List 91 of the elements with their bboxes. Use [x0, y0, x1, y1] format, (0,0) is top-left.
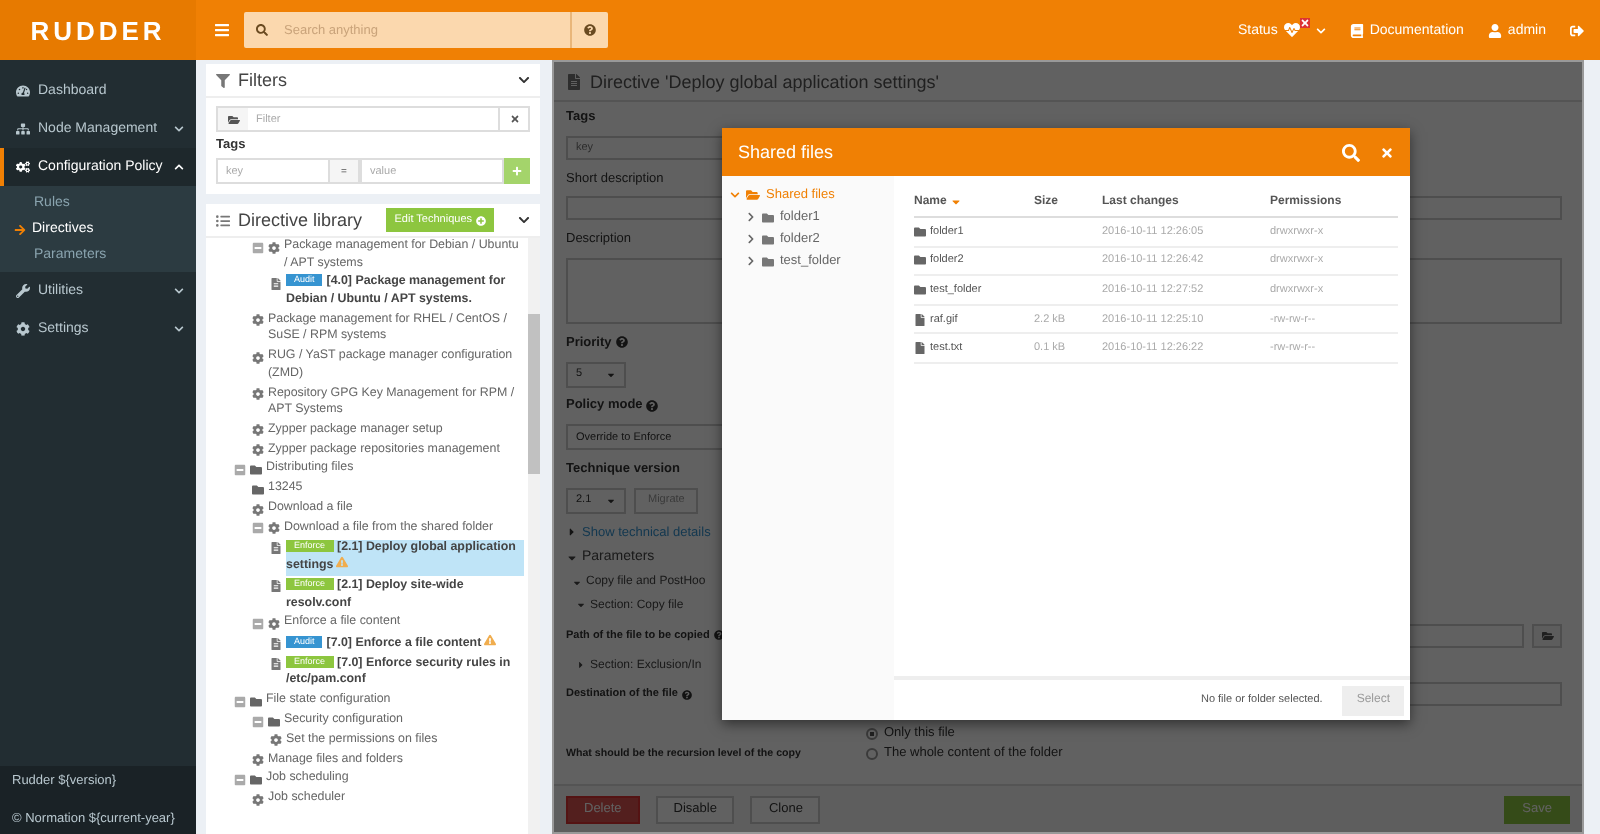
gear-icon: [252, 793, 264, 806]
gear-icon: [252, 444, 264, 457]
collapse-icon[interactable]: [252, 522, 264, 535]
folder-icon: [252, 483, 264, 496]
plus-icon: [512, 166, 522, 176]
file-icon: [270, 277, 282, 290]
directive-title: Directive 'Deploy global application settings': [590, 71, 940, 91]
gear-icon: [270, 734, 282, 747]
chevron-down-icon: [174, 124, 184, 134]
sitemap-icon: [16, 122, 30, 136]
chevron-right-icon: [746, 256, 756, 266]
gear-icon: [252, 351, 264, 364]
plus-icon: [476, 215, 486, 225]
folder-icon: [1541, 629, 1553, 642]
chevron-right-icon: [746, 212, 756, 222]
search-icon: [256, 24, 268, 36]
file-icon: [914, 342, 926, 355]
caret-icon: [606, 369, 616, 380]
folder-icon: [250, 463, 262, 476]
chevron-up-icon: [174, 162, 184, 172]
folder-icon: [268, 715, 280, 728]
collapse-icon[interactable]: [234, 695, 246, 708]
folder-icon: [762, 211, 774, 223]
search-button[interactable]: [1342, 143, 1360, 161]
gear-icon: [268, 617, 280, 630]
gear-icon: [252, 754, 264, 767]
folder-icon: [914, 225, 926, 238]
folder-icon: [250, 695, 262, 708]
chevron-right-icon: [746, 234, 756, 244]
folder-button[interactable]: [1532, 623, 1562, 648]
chevron-down-icon: [174, 286, 184, 296]
scrollbar-thumb[interactable]: [528, 314, 540, 474]
file-icon: [914, 313, 926, 326]
chevron-down-icon: [174, 324, 184, 334]
arrow-right-icon: [14, 223, 26, 235]
chevron-down-icon: [1315, 25, 1326, 35]
close-icon[interactable]: [509, 114, 519, 124]
filter-icon: [216, 73, 230, 87]
folder-icon: [762, 255, 774, 267]
file-icon: [270, 658, 282, 671]
search-icon: [1342, 143, 1360, 161]
dialog-title: Shared files: [738, 142, 834, 162]
logout-icon[interactable]: [1570, 23, 1584, 37]
file-icon: [270, 542, 282, 555]
gear-icon: [16, 322, 30, 336]
help-icon[interactable]: [584, 24, 596, 36]
chevron-down-icon[interactable]: [518, 74, 530, 86]
caret-icon: [606, 495, 616, 506]
folder-icon: [227, 113, 239, 125]
gear-icon: [268, 522, 280, 535]
file-icon: [270, 580, 282, 593]
folder-icon: [746, 188, 760, 202]
chevron-down-icon[interactable]: [518, 214, 530, 226]
caret-icon: [572, 577, 582, 588]
gear-icon: [252, 314, 264, 327]
help-icon: [615, 336, 628, 349]
gear-icon: [268, 241, 280, 253]
chevron-down-icon: [730, 190, 740, 200]
help-icon: [681, 689, 692, 700]
folder-icon: [762, 233, 774, 245]
heartbeat-icon: [1283, 22, 1300, 38]
folder-icon: [914, 254, 926, 267]
collapse-icon[interactable]: [252, 241, 264, 253]
gear-icon: [252, 388, 264, 400]
folder-icon: [250, 773, 262, 786]
list-icon: [216, 213, 230, 227]
file-icon: [566, 73, 582, 89]
close-button[interactable]: [1380, 145, 1394, 159]
gear-icon: [252, 424, 264, 437]
close-icon: [1380, 145, 1394, 159]
help-icon: [646, 399, 659, 412]
wrench-icon: [16, 284, 30, 298]
dashboard-icon: [16, 84, 30, 98]
caret-icon: [576, 600, 586, 611]
collapse-icon[interactable]: [252, 617, 264, 630]
panel-title: Filters: [238, 70, 287, 90]
caret-icon: [576, 660, 586, 671]
gear-icon: [252, 503, 264, 515]
alert-icon: [1299, 17, 1310, 27]
collapse-icon[interactable]: [234, 463, 246, 476]
user-icon: [1487, 23, 1502, 37]
panel-title: Directive library: [238, 210, 363, 230]
file-icon: [270, 637, 282, 650]
help-icon: [713, 630, 724, 641]
collapse-icon[interactable]: [234, 773, 246, 786]
collapse-icon[interactable]: [252, 715, 264, 728]
add-tag-button[interactable]: [504, 158, 530, 184]
book-icon: [1349, 23, 1364, 37]
folder-icon: [914, 283, 926, 296]
menu-icon: [214, 22, 230, 38]
gears-icon: [16, 160, 30, 174]
